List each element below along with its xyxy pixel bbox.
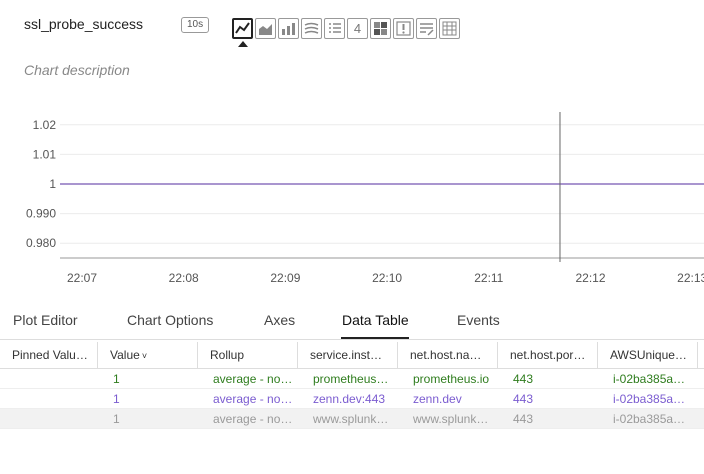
cell-rollup: average - no… [213, 412, 293, 426]
x-tick-label: 22:10 [372, 271, 402, 285]
y-tick-label: 0.980 [26, 236, 56, 250]
table-icon[interactable] [439, 18, 460, 39]
cell-net-host-name: www.splunk… [413, 412, 489, 426]
column-header-net-host-port[interactable]: net.host.por… [498, 342, 598, 368]
cell-net-host-name: prometheus.io [413, 372, 490, 386]
column-header-pinned-value[interactable]: Pinned Valu… [0, 342, 98, 368]
column-header-service-instance[interactable]: service.inst… [298, 342, 398, 368]
sort-descending-icon: ˅ [141, 351, 148, 361]
cell-service-instance: www.splunk… [313, 412, 389, 426]
cell-pinned-value [0, 369, 98, 388]
area-chart-icon[interactable] [255, 18, 276, 39]
single-value-label: 4 [353, 21, 362, 36]
active-viz-caret [238, 41, 248, 47]
cell-pinned-value [0, 389, 98, 408]
table-row[interactable]: 1 average - no… www.splunk… www.splunk… … [0, 409, 704, 429]
cell-value: 1 [113, 392, 120, 406]
column-header-net-host-name[interactable]: net.host.na… [398, 342, 498, 368]
chart-title: ssl_probe_success [24, 16, 144, 32]
cell-rollup: average - no… [213, 372, 293, 386]
single-value-icon[interactable]: 4 [347, 18, 368, 39]
tab-axes[interactable]: Axes [264, 312, 295, 328]
cell-service-instance: prometheus… [313, 372, 389, 386]
cell-aws-unique-id: i-02ba385a… [613, 372, 686, 386]
table-header: Pinned Valu… Value ˅ Rollup service.inst…… [0, 342, 704, 369]
event-feed-icon[interactable] [393, 18, 414, 39]
text-note-icon[interactable] [416, 18, 437, 39]
x-tick-label: 22:13 [677, 271, 704, 285]
cell-aws-unique-id: i-02ba385a… [613, 392, 686, 406]
tab-plot-editor[interactable]: Plot Editor [13, 312, 78, 328]
tab-chart-options[interactable]: Chart Options [127, 312, 213, 328]
y-tick-label: 1.02 [33, 118, 57, 132]
line-chart[interactable]: 1.02 1.01 1 0.990 0.980 22:07 22:08 22:09 22:10 2… [0, 100, 704, 290]
y-tick-label: 1 [49, 177, 56, 191]
x-tick-label: 22:11 [474, 271, 503, 285]
tab-data-table[interactable]: Data Table [342, 312, 409, 328]
cell-value: 1 [113, 372, 120, 386]
x-tick-label: 22:07 [67, 271, 97, 285]
active-tab-indicator [341, 337, 409, 339]
list-icon[interactable] [324, 18, 345, 39]
visualization-toolbar: 4 [232, 18, 460, 39]
column-header-rollup[interactable]: Rollup [198, 342, 298, 368]
y-tick-label: 1.01 [33, 147, 57, 161]
cell-service-instance: zenn.dev:443 [313, 392, 386, 406]
chart-description[interactable]: Chart description [24, 62, 130, 78]
histogram-icon[interactable] [301, 18, 322, 39]
column-header-aws-unique-id[interactable]: AWSUnique… [598, 342, 698, 368]
x-tick-label: 22:08 [169, 271, 199, 285]
cell-value: 1 [113, 412, 120, 426]
line-chart-icon[interactable] [232, 18, 253, 39]
heatmap-icon[interactable] [370, 18, 391, 39]
cell-net-host-port: 443 [513, 372, 534, 386]
resolution-badge[interactable]: 10s [181, 17, 210, 33]
cell-rollup: average - no… [213, 392, 293, 406]
editor-tabs: Plot Editor Chart Options Axes Data Tabl… [0, 300, 704, 340]
column-chart-icon[interactable] [278, 18, 299, 39]
cell-net-host-port: 443 [513, 392, 534, 406]
column-header-value[interactable]: Value ˅ [98, 342, 198, 368]
data-table: Pinned Valu… Value ˅ Rollup service.inst…… [0, 342, 704, 429]
x-tick-label: 22:12 [575, 271, 605, 285]
table-row[interactable]: 1 average - no… prometheus… prometheus.i… [0, 369, 704, 389]
cell-net-host-name: zenn.dev [413, 392, 462, 406]
x-tick-label: 22:09 [270, 271, 300, 285]
y-tick-label: 0.990 [26, 207, 56, 221]
cell-pinned-value [0, 409, 98, 428]
cell-aws-unique-id: i-02ba385a… [613, 412, 686, 426]
column-header-value-label: Value [110, 348, 140, 362]
cell-net-host-port: 443 [513, 412, 534, 426]
table-row[interactable]: 1 average - no… zenn.dev:443 zenn.dev 44… [0, 389, 704, 409]
tab-events[interactable]: Events [457, 312, 500, 328]
